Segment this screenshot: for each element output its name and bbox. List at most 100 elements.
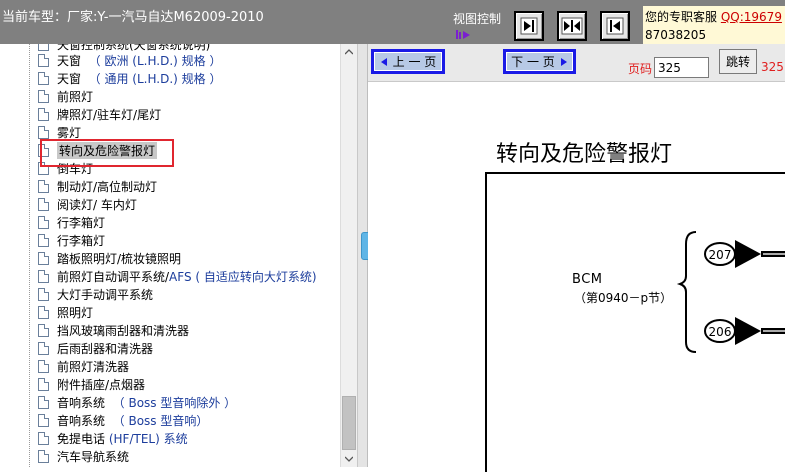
tree-item-label: 免提电话 xyxy=(57,431,106,446)
tree-item[interactable]: 前照灯清洗器 xyxy=(38,357,129,375)
selection-highlight-box xyxy=(40,139,174,167)
arrow-left-bar-icon xyxy=(606,17,624,35)
support-text: 您的专职客服 xyxy=(645,10,718,24)
tree-item[interactable]: 音响系统 （ Boss 型音响） xyxy=(38,411,208,429)
sidebar: 天窗控制系统(天窗系统说明) 天窗 （ 欧洲 (L.H.D.) 规格 ） 天窗 … xyxy=(0,44,358,467)
document-icon xyxy=(38,341,49,355)
support-panel: 您的专职客服 QQ:19679 87038205 xyxy=(643,6,785,44)
scroll-thumb[interactable] xyxy=(342,396,356,450)
tree-item-label: 前照灯 xyxy=(57,89,94,104)
document-icon xyxy=(38,215,49,229)
arrow-right-bar-icon xyxy=(520,17,538,35)
scroll-up-button[interactable] xyxy=(341,44,357,60)
tree-item-label: 音响系统 xyxy=(57,413,106,428)
fit-right-button[interactable] xyxy=(514,11,544,41)
document-icon xyxy=(38,53,49,67)
previous-page-button[interactable]: 上 一 页 xyxy=(371,49,445,74)
tree-item[interactable]: 制动灯/高位制动灯 xyxy=(38,177,157,195)
document-icon xyxy=(38,179,49,193)
document-icon xyxy=(38,71,49,85)
tree-item[interactable]: 音响系统 （ Boss 型音响除外 ） xyxy=(38,393,236,411)
top-bar: 当前车型：厂家:Y-一汽马自达M62009-2010 视图控制 您的专职客服 Q… xyxy=(0,0,785,44)
tree-item-extra: （ 欧洲 (L.H.D.) 规格 ） xyxy=(88,53,222,68)
tree-item[interactable]: 挡风玻璃雨刮器和清洗器 xyxy=(38,321,189,339)
fit-left-button[interactable] xyxy=(600,11,630,41)
document-icon xyxy=(38,197,49,211)
tree-item-extra: （ Boss 型音响） xyxy=(112,413,209,428)
tree-item[interactable]: 踏板照明灯/梳妆镜照明 xyxy=(38,249,181,267)
tree-item[interactable]: 阅读灯/ 车内灯 xyxy=(38,195,137,213)
sidebar-scrollbar[interactable] xyxy=(340,44,357,467)
document-icon xyxy=(38,251,49,265)
document-icon xyxy=(38,449,49,463)
tree-item-label: 天窗 xyxy=(57,53,82,68)
tree-item-extra: AFS ( 自适应转向大灯系统) xyxy=(169,269,317,284)
document-icon xyxy=(38,89,49,103)
page-number-label: 页码 xyxy=(628,62,653,76)
tree-item-label: 牌照灯/驻车灯/尾灯 xyxy=(57,107,162,122)
tree-item-label: 阅读灯/ 车内灯 xyxy=(57,197,137,212)
document-icon xyxy=(38,395,49,409)
tree-item-label: 后雨刮器和清洗器 xyxy=(57,341,154,356)
tree-item-label: 汽车导航系统 xyxy=(57,449,130,464)
view-control-label: 视图控制 xyxy=(453,12,502,26)
tree-item[interactable]: 天窗 （ 欧洲 (L.H.D.) 规格 ） xyxy=(38,51,221,69)
document-icon xyxy=(38,44,49,51)
tree-item[interactable]: 附件插座/点烟器 xyxy=(38,375,145,393)
tree-item[interactable]: 照明灯 xyxy=(38,303,93,321)
tree-item-extra: （ 通用 (L.H.D.) 规格 ） xyxy=(88,71,222,86)
page-number-input[interactable] xyxy=(654,57,709,78)
diagram-title: 转向及危险警报灯 xyxy=(496,142,673,167)
fit-both-button[interactable] xyxy=(557,11,587,41)
tree-item-label: 行李箱灯 xyxy=(57,233,106,248)
page-total-label: 325 xyxy=(761,60,784,74)
main-content: 上 一 页 下 一 页 页码 跳转 325 转向及危险警报灯 BCM （第094… xyxy=(368,44,785,472)
scroll-down-button[interactable] xyxy=(341,451,357,467)
tree-item[interactable]: 天窗 （ 通用 (L.H.D.) 规格 ） xyxy=(38,69,221,87)
current-car-label: 当前车型：厂家:Y-一汽马自达M62009-2010 xyxy=(2,10,264,25)
bcm-bracket xyxy=(676,231,697,353)
tree-item[interactable]: 前照灯自动调平系统/AFS ( 自适应转向大灯系统) xyxy=(38,267,317,285)
bcm-section-ref: （第0940－p节） xyxy=(574,291,673,305)
document-icon xyxy=(38,125,49,139)
tree-item-label: 音响系统 xyxy=(57,395,106,410)
tree-item[interactable]: 行李箱灯 xyxy=(38,213,105,231)
tree-item[interactable]: 行李箱灯 xyxy=(38,231,105,249)
document-icon xyxy=(38,305,49,319)
wire-206-stripe xyxy=(763,330,785,332)
arrows-split-icon xyxy=(561,17,583,35)
tree-item-label: 行李箱灯 xyxy=(57,215,106,230)
tree-item[interactable]: 后雨刮器和清洗器 xyxy=(38,339,153,357)
tree-item-label: 大灯手动调平系统 xyxy=(57,287,154,302)
document-icon xyxy=(38,359,49,373)
chevron-up-icon xyxy=(345,49,353,55)
tree-item-label: 前照灯自动调平系统/ xyxy=(57,269,170,284)
tree-item[interactable]: 牌照灯/驻车灯/尾灯 xyxy=(38,105,161,123)
document-icon xyxy=(38,269,49,283)
support-number: 87038205 xyxy=(645,28,707,42)
tree-item[interactable]: 免提电话 (HF/TEL) 系统 xyxy=(38,429,188,447)
chevron-down-icon xyxy=(345,456,353,462)
tree-item[interactable]: 大灯手动调平系统 xyxy=(38,285,153,303)
wiring-diagram: 207 206 xyxy=(676,231,785,353)
connector-206-label: 206 xyxy=(709,325,732,339)
tree-item[interactable]: 汽车导航系统 xyxy=(38,447,129,465)
document-icon xyxy=(38,287,49,301)
tree-item-label: 照明灯 xyxy=(57,305,94,320)
tree-line xyxy=(29,44,30,467)
document-icon xyxy=(38,107,49,121)
support-qq-link[interactable]: QQ:19679 xyxy=(721,10,782,24)
next-page-button[interactable]: 下 一 页 xyxy=(503,49,576,74)
arrow-left-icon xyxy=(380,57,387,66)
connector-207-label: 207 xyxy=(709,248,732,262)
tree-item[interactable]: 前照灯 xyxy=(38,87,93,105)
document-icon xyxy=(38,377,49,391)
tree-item-label: 雾灯 xyxy=(57,125,82,140)
tree-item-label: 天窗 xyxy=(57,71,82,86)
bcm-label: BCM xyxy=(572,272,603,287)
tree-item-extra: （ Boss 型音响除外 ） xyxy=(112,395,237,410)
document-icon xyxy=(38,413,49,427)
document-icon xyxy=(38,323,49,337)
go-to-page-button[interactable]: 跳转 xyxy=(719,49,757,74)
tree-item-label: 挡风玻璃雨刮器和清洗器 xyxy=(57,323,190,338)
